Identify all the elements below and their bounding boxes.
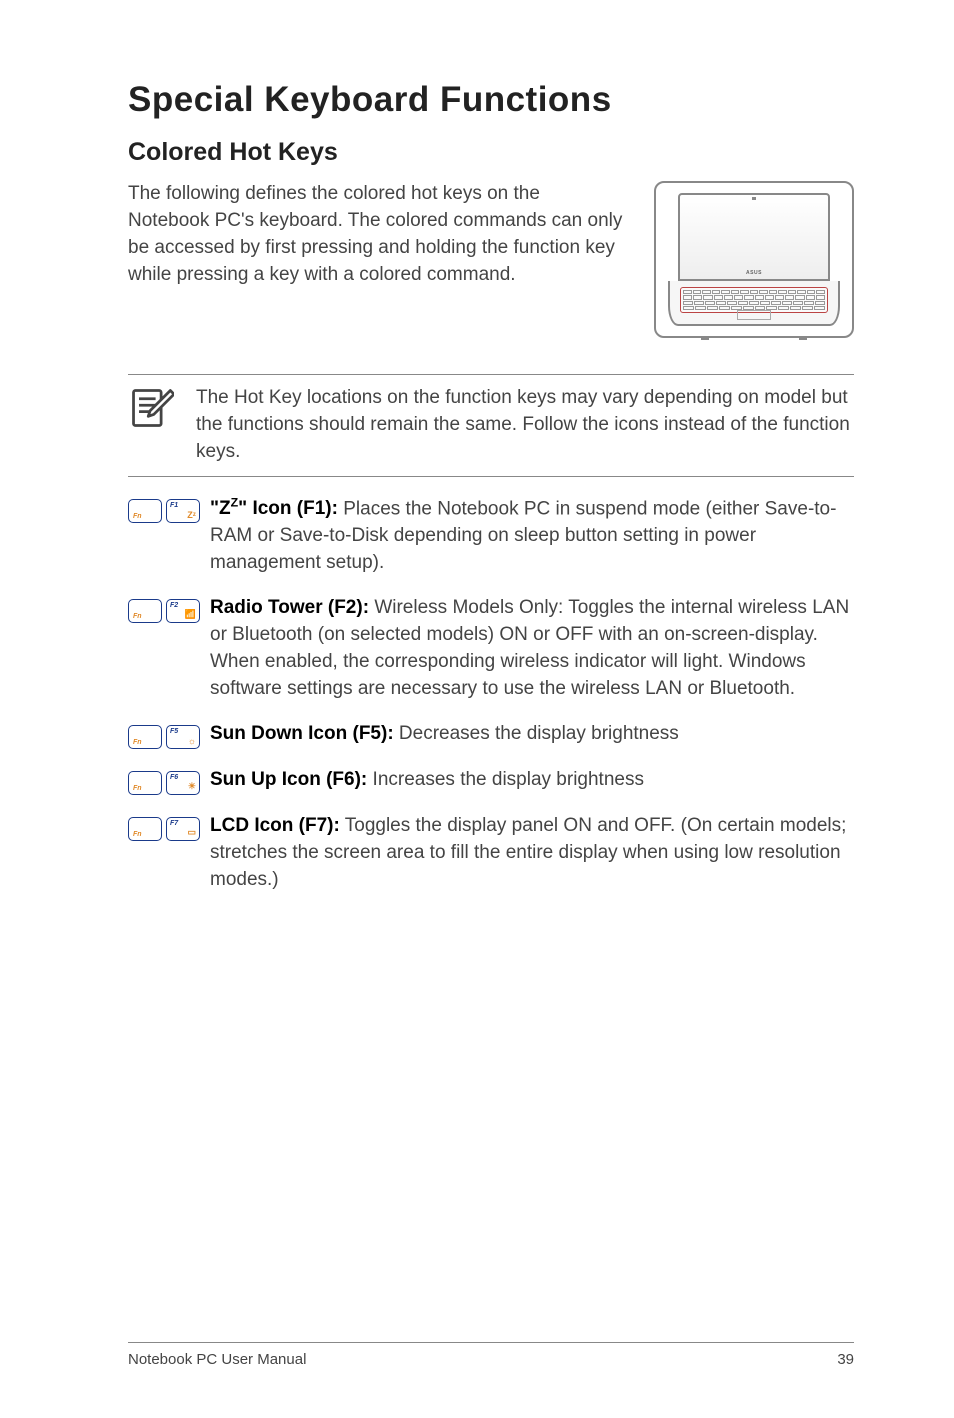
- function-key-glyph-icon: 📶: [185, 609, 196, 620]
- function-key-icon: F6 ☀: [166, 771, 200, 795]
- intro-paragraph: The following defines the colored hot ke…: [128, 181, 626, 289]
- function-key-label: F1: [170, 502, 178, 509]
- fn-key-label: Fn: [133, 613, 142, 620]
- key-combo: Fn F7 ▭: [128, 817, 200, 841]
- function-key-label: F5: [170, 728, 178, 735]
- note-icon: [128, 385, 174, 431]
- fn-key-label: Fn: [133, 513, 142, 520]
- page-title: Special Keyboard Functions: [128, 80, 854, 120]
- fn-key-label: Fn: [133, 739, 142, 746]
- function-key-icon: F5 ☼: [166, 725, 200, 749]
- function-key-glyph-icon: Zᶻ: [187, 510, 196, 520]
- hotkey-description: Sun Up Icon (F6): Increases the display …: [210, 767, 854, 794]
- fn-key-icon: Fn: [128, 817, 162, 841]
- key-combo: Fn F6 ☀: [128, 771, 200, 795]
- hotkey-name: "ZZ" Icon (F1):: [210, 498, 338, 519]
- hotkey-description: "ZZ" Icon (F1): Places the Notebook PC i…: [210, 495, 854, 577]
- function-key-label: F2: [170, 602, 178, 609]
- page-number: 39: [837, 1351, 854, 1368]
- hotkey-item: Fn F7 ▭ LCD Icon (F7): Toggles the display …: [128, 813, 854, 894]
- function-key-icon: F1 Zᶻ: [166, 499, 200, 523]
- hotkey-desc-text: Increases the display brightness: [367, 769, 644, 790]
- function-key-label: F6: [170, 774, 178, 781]
- hotkey-name: Sun Up Icon (F6):: [210, 769, 367, 790]
- function-key-icon: F7 ▭: [166, 817, 200, 841]
- hotkey-item: Fn F2 📶 Radio Tower (F2): Wireless Models O…: [128, 595, 854, 703]
- function-key-glyph-icon: ☀: [188, 781, 196, 792]
- hotkey-name: LCD Icon (F7):: [210, 815, 340, 836]
- laptop-brand-label: ASUS: [746, 270, 762, 276]
- footer-manual-title: Notebook PC User Manual: [128, 1351, 306, 1368]
- hotkey-desc-text: Decreases the display brightness: [394, 723, 679, 744]
- key-combo: Fn F1 Zᶻ: [128, 499, 200, 523]
- hotkey-item: Fn F5 ☼ Sun Down Icon (F5): Decreases the d…: [128, 721, 854, 749]
- function-key-glyph-icon: ▭: [187, 827, 196, 838]
- hotkey-description: LCD Icon (F7): Toggles the display panel…: [210, 813, 854, 894]
- fn-key-label: Fn: [133, 785, 142, 792]
- fn-key-icon: Fn: [128, 499, 162, 523]
- hotkey-item: Fn F1 Zᶻ "ZZ" Icon (F1): Places the Noteboo…: [128, 495, 854, 577]
- fn-key-icon: Fn: [128, 599, 162, 623]
- hotkey-description: Radio Tower (F2): Wireless Models Only: …: [210, 595, 854, 703]
- key-combo: Fn F2 📶: [128, 599, 200, 623]
- divider: [128, 374, 854, 375]
- section-heading: Colored Hot Keys: [128, 138, 854, 167]
- laptop-diagram: ASUS: [654, 181, 854, 338]
- function-key-glyph-icon: ☼: [188, 736, 196, 746]
- function-key-label: F7: [170, 820, 178, 827]
- hotkey-name: Sun Down Icon (F5):: [210, 723, 394, 744]
- fn-key-label: Fn: [133, 831, 142, 838]
- function-key-icon: F2 📶: [166, 599, 200, 623]
- hotkey-name: Radio Tower (F2):: [210, 597, 369, 618]
- divider: [128, 476, 854, 477]
- fn-key-icon: Fn: [128, 725, 162, 749]
- key-combo: Fn F5 ☼: [128, 725, 200, 749]
- fn-key-icon: Fn: [128, 771, 162, 795]
- hotkey-item: Fn F6 ☀ Sun Up Icon (F6): Increases the dis…: [128, 767, 854, 795]
- note-text: The Hot Key locations on the function ke…: [196, 385, 854, 466]
- hotkey-description: Sun Down Icon (F5): Decreases the displa…: [210, 721, 854, 748]
